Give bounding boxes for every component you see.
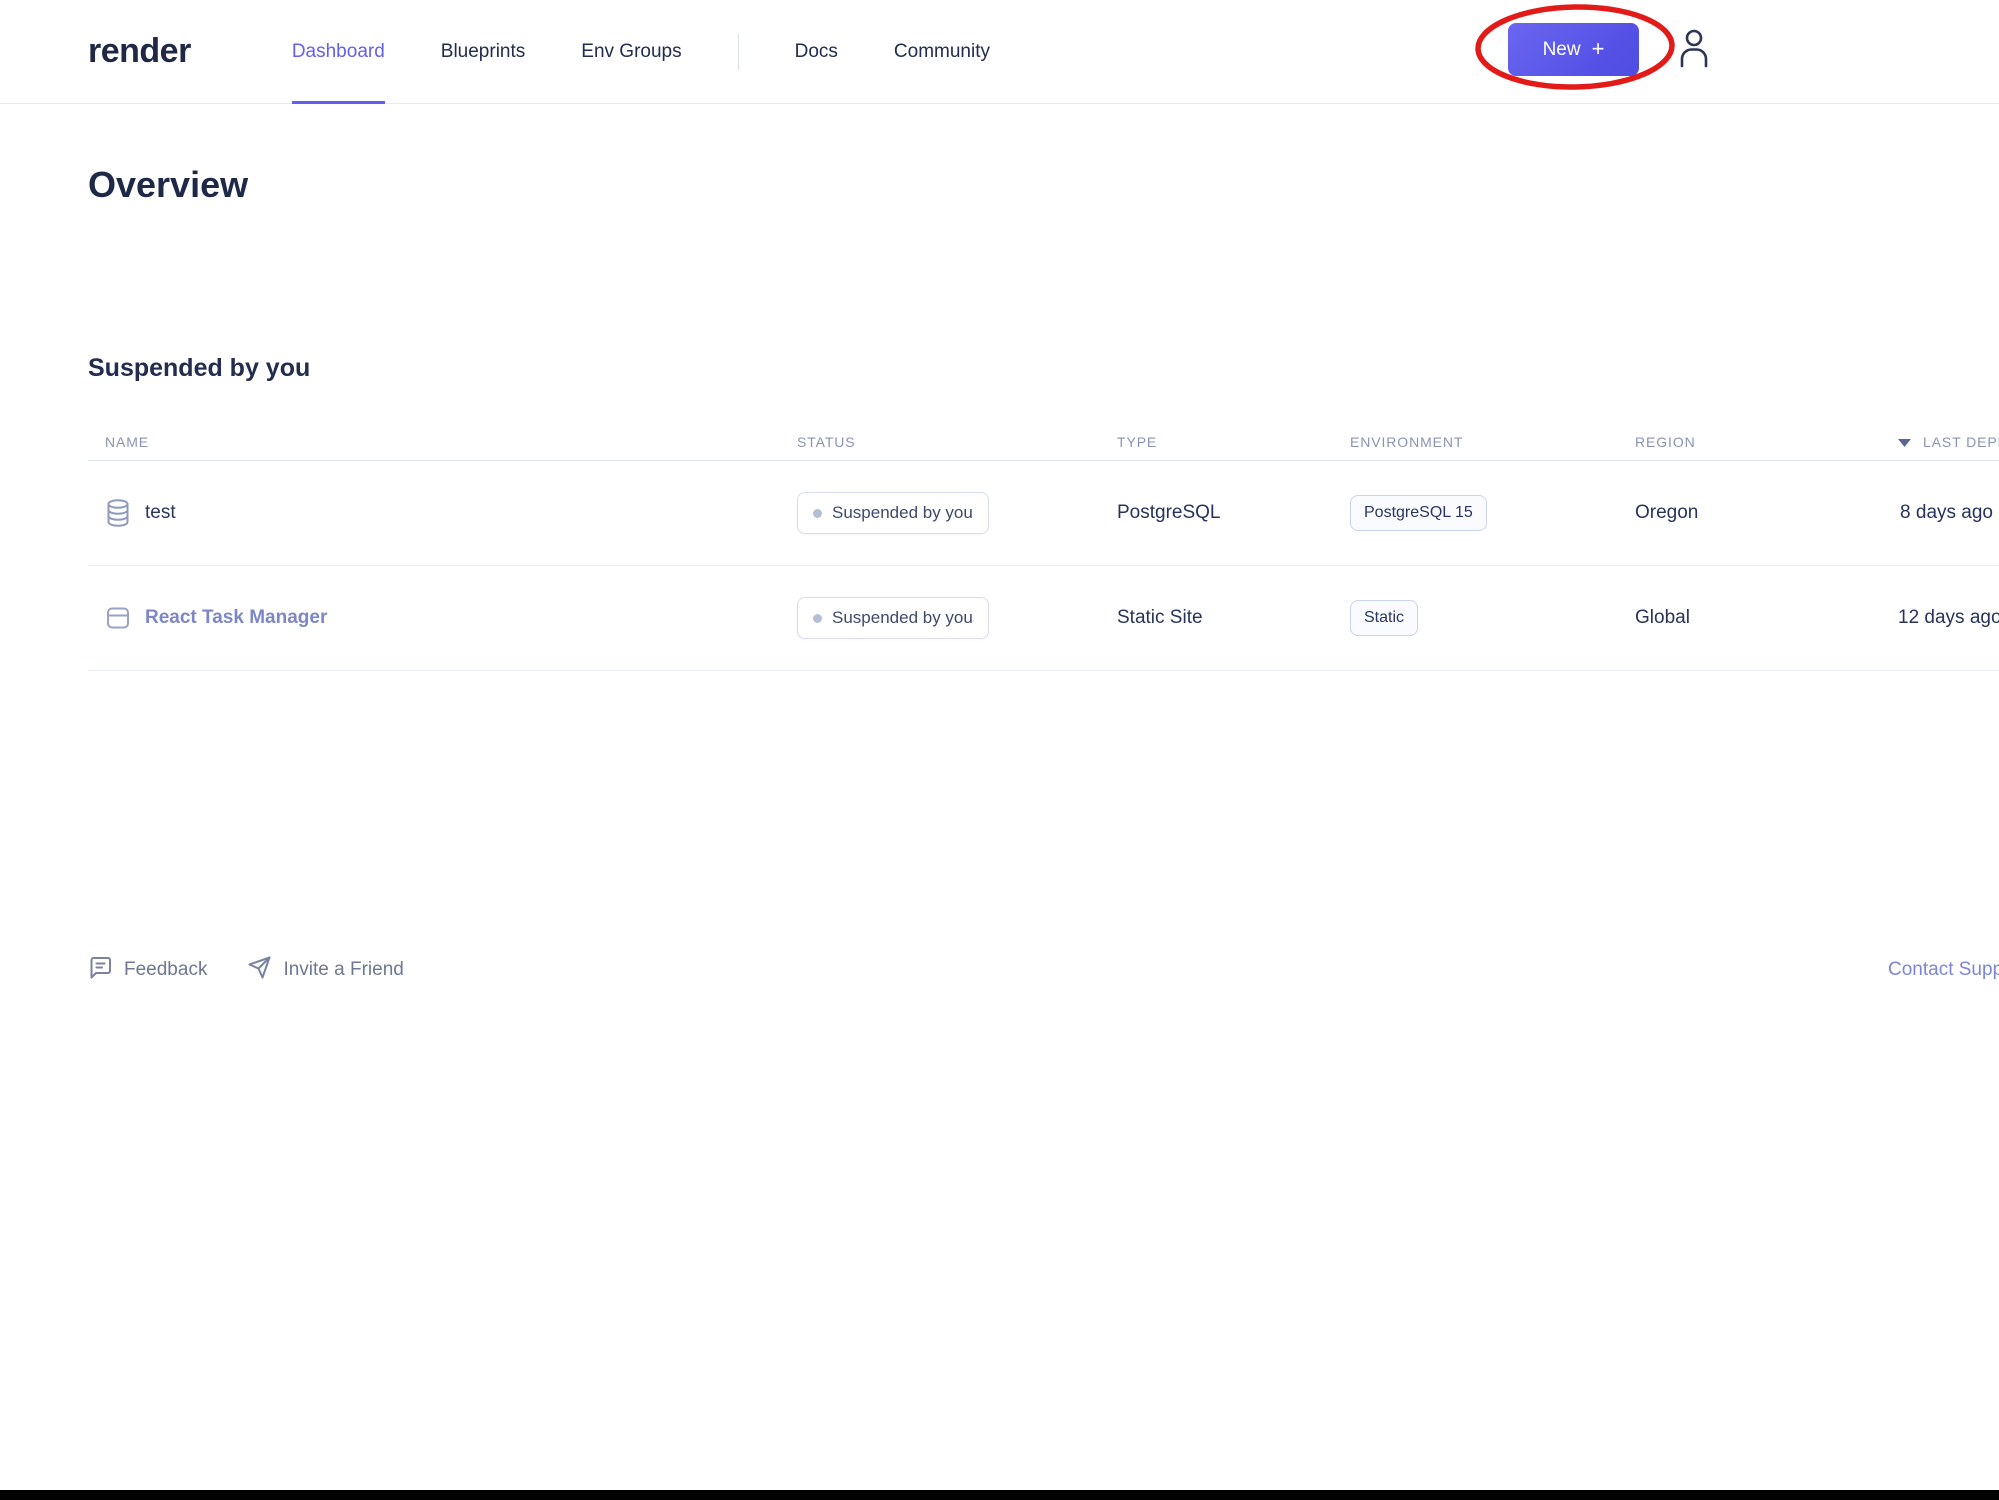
- status-dot-icon: [813, 509, 822, 518]
- type-cell: PostgreSQL: [1117, 502, 1350, 524]
- nav-item-docs[interactable]: Docs: [795, 0, 838, 103]
- column-header-last-deployed-label: LAST DEPLOYED: [1923, 434, 1999, 450]
- new-button[interactable]: New +: [1508, 23, 1639, 76]
- send-icon: [247, 955, 272, 986]
- invite-friend-label: Invite a Friend: [283, 959, 403, 981]
- column-header-last-deployed[interactable]: LAST DEPLOYED: [1898, 434, 1999, 450]
- service-name-link[interactable]: test: [145, 502, 176, 524]
- feedback-label: Feedback: [124, 959, 207, 981]
- render-logo[interactable]: render: [88, 32, 191, 71]
- type-cell: Static Site: [1117, 607, 1350, 629]
- region-cell: Global: [1635, 607, 1898, 629]
- column-header-environment: ENVIRONMENT: [1350, 434, 1635, 450]
- browser-window-icon: [105, 605, 131, 631]
- top-nav: render Dashboard Blueprints Env Groups D…: [0, 0, 1999, 104]
- last-deploy-cell: 8 days ago: [1898, 502, 1999, 524]
- feedback-link[interactable]: Feedback: [88, 955, 207, 986]
- user-avatar-icon: [1676, 28, 1710, 73]
- section-title-suspended: Suspended by you: [88, 354, 1999, 383]
- main-content: Overview Suspended by you NAME STATUS TY…: [0, 164, 1999, 671]
- nav-item-community[interactable]: Community: [894, 0, 990, 103]
- feedback-icon: [88, 955, 113, 986]
- service-name-link[interactable]: React Task Manager: [145, 607, 327, 629]
- bottom-edge-bar: [0, 1490, 1999, 1500]
- column-header-region: REGION: [1635, 434, 1898, 450]
- last-deploy-cell: 12 days ago: [1898, 607, 1999, 629]
- table-row[interactable]: test Suspended by you PostgreSQL Postgre…: [88, 461, 1999, 566]
- status-dot-icon: [813, 614, 822, 623]
- contact-support-link[interactable]: Contact Support: [1888, 959, 1999, 981]
- database-icon: [105, 498, 131, 528]
- nav-divider: [738, 34, 739, 70]
- services-table: NAME STATUS TYPE ENVIRONMENT REGION LAST…: [88, 423, 1999, 671]
- status-badge-label: Suspended by you: [832, 608, 973, 628]
- status-badge: Suspended by you: [797, 597, 989, 639]
- status-badge-label: Suspended by you: [832, 503, 973, 523]
- region-cell: Oregon: [1635, 502, 1898, 524]
- environment-badge: PostgreSQL 15: [1350, 495, 1487, 531]
- table-row[interactable]: React Task Manager Suspended by you Stat…: [88, 566, 1999, 671]
- status-badge: Suspended by you: [797, 492, 989, 534]
- column-header-status: STATUS: [797, 434, 1117, 450]
- sort-descending-icon: [1898, 434, 1911, 450]
- environment-badge: Static: [1350, 600, 1418, 636]
- nav-item-dashboard[interactable]: Dashboard: [292, 0, 385, 103]
- nav-item-blueprints[interactable]: Blueprints: [441, 0, 526, 103]
- invite-friend-link[interactable]: Invite a Friend: [247, 955, 403, 986]
- primary-nav: Dashboard Blueprints Env Groups Docs Com…: [292, 0, 990, 103]
- table-header-row: NAME STATUS TYPE ENVIRONMENT REGION LAST…: [88, 423, 1999, 461]
- page-footer: Feedback Invite a Friend Contact Support: [88, 948, 1999, 992]
- plus-icon: +: [1592, 36, 1605, 62]
- account-menu-button[interactable]: [1674, 27, 1712, 73]
- column-header-type: TYPE: [1117, 434, 1350, 450]
- nav-item-env-groups[interactable]: Env Groups: [581, 0, 681, 103]
- page-title: Overview: [88, 164, 1999, 206]
- column-header-name: NAME: [88, 434, 797, 450]
- new-button-label: New: [1543, 39, 1581, 61]
